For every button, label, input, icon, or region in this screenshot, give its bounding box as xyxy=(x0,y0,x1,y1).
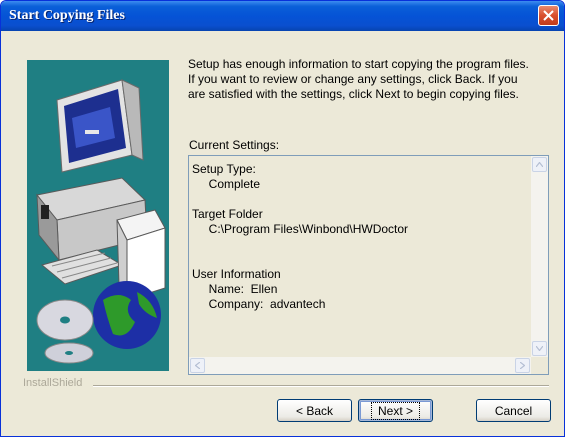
arrow-up-icon xyxy=(536,162,543,167)
arrow-right-icon xyxy=(520,362,525,369)
cancel-button-label: Cancel xyxy=(494,403,533,418)
next-button-label: Next > xyxy=(370,401,420,420)
next-button[interactable]: Next > xyxy=(358,399,433,422)
back-button[interactable]: < Back xyxy=(277,399,352,422)
scroll-up-button[interactable] xyxy=(532,157,547,172)
scroll-left-button[interactable] xyxy=(190,358,205,373)
arrow-left-icon xyxy=(195,362,200,369)
vertical-scrollbar[interactable] xyxy=(531,156,548,357)
close-icon xyxy=(543,10,554,21)
current-settings-text: Setup Type: Complete Target Folder C:\Pr… xyxy=(192,162,409,311)
scroll-down-button[interactable] xyxy=(532,341,547,356)
cancel-button[interactable]: Cancel xyxy=(476,399,551,422)
intro-text: Setup has enough information to start co… xyxy=(188,57,529,101)
scroll-right-button[interactable] xyxy=(515,358,530,373)
back-button-label: < Back xyxy=(295,403,334,418)
arrow-down-icon xyxy=(536,346,543,351)
window-title: Start Copying Files xyxy=(9,8,125,23)
dialog-body: Setup has enough information to start co… xyxy=(1,31,564,436)
current-settings-textbox[interactable]: Setup Type: Complete Target Folder C:\Pr… xyxy=(188,155,549,375)
scrollbar-corner xyxy=(531,357,548,374)
installshield-brand: InstallShield xyxy=(23,377,83,389)
title-bar[interactable]: Start Copying Files xyxy=(1,1,564,31)
setup-dialog: Start Copying Files Setup has enough inf… xyxy=(0,0,565,437)
separator-line xyxy=(93,385,549,387)
current-settings-label: Current Settings: xyxy=(189,138,280,152)
close-button[interactable] xyxy=(538,5,559,26)
computer-illustration xyxy=(27,60,169,371)
horizontal-scrollbar[interactable] xyxy=(189,357,531,374)
